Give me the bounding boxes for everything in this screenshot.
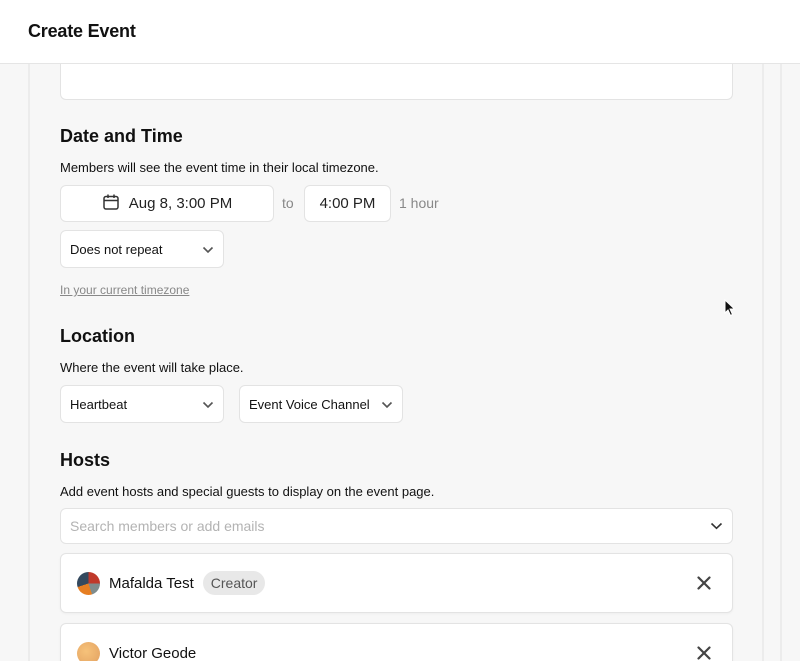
timezone-link[interactable]: In your current timezone [60, 283, 189, 297]
end-time-button[interactable]: 4:00 PM [304, 185, 391, 222]
end-time-label: 4:00 PM [319, 195, 376, 212]
channel-select[interactable]: Event Voice Channel [239, 385, 403, 423]
close-icon [697, 576, 711, 590]
location-title: Location [60, 326, 135, 346]
panel-divider [780, 64, 782, 661]
page-title: Create Event [28, 21, 136, 41]
start-date-button[interactable]: Aug 8, 3:00 PM [60, 185, 274, 222]
server-value: Heartbeat [70, 396, 128, 412]
duration-label: 1 hour [399, 195, 439, 211]
chevron-down-icon [202, 242, 214, 257]
host-item: Victor Geode [60, 623, 733, 661]
close-icon [697, 646, 711, 660]
remove-host-button[interactable] [692, 641, 716, 661]
chevron-down-icon [381, 397, 393, 412]
date-time-description: Members will see the event time in their… [60, 160, 379, 175]
hosts-title: Hosts [60, 450, 111, 470]
host-search-input[interactable] [70, 518, 670, 534]
header: Create Event [0, 0, 800, 64]
date-time-title: Date and Time [60, 126, 183, 146]
chevron-down-icon[interactable] [710, 517, 723, 535]
calendar-icon [102, 193, 120, 215]
start-date-label: Aug 8, 3:00 PM [128, 195, 233, 212]
repeat-value: Does not repeat [70, 241, 163, 257]
location-description: Where the event will take place. [60, 360, 244, 375]
server-select[interactable]: Heartbeat [60, 385, 224, 423]
repeat-select[interactable]: Does not repeat [60, 230, 224, 268]
host-name: Mafalda Test [109, 574, 194, 592]
mouse-cursor-icon [724, 298, 736, 322]
avatar [77, 641, 100, 661]
remove-host-button[interactable] [692, 571, 716, 595]
channel-value: Event Voice Channel [249, 396, 370, 412]
host-search-combobox[interactable] [60, 508, 733, 544]
host-item: Mafalda Test Creator [60, 553, 733, 613]
host-name: Victor Geode [109, 644, 197, 661]
avatar [77, 571, 100, 595]
creator-badge: Creator [202, 571, 266, 595]
to-label: to [282, 195, 294, 211]
chevron-down-icon [202, 397, 214, 412]
hosts-description: Add event hosts and special guests to di… [60, 484, 435, 499]
